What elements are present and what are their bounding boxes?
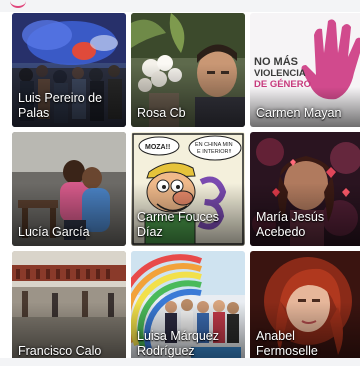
svg-text:E INTERIOR!!: E INTERIOR!!	[197, 149, 232, 155]
friend-name: Anabel Fermoselle	[256, 329, 318, 358]
top-decoration	[10, 0, 26, 8]
svg-text:VIOLENCIA: VIOLENCIA	[254, 68, 306, 79]
friend-name: Francisco Calo	[18, 344, 102, 358]
bottom-strip	[0, 358, 360, 366]
top-strip	[0, 0, 360, 12]
friend-tile-anabel-fermoselle[interactable]: Anabel Fermoselle	[250, 251, 360, 365]
friend-name: María Jesús Acebedo	[256, 210, 325, 239]
friend-tile-rosa-cb[interactable]: Rosa Cb	[131, 13, 245, 127]
friend-name: Luis Pereiro de Palas	[18, 91, 103, 120]
friend-tile-carme-fouces[interactable]: MOZA!! EN CHINA MIN E INTERIOR!! Carme F…	[131, 132, 245, 246]
svg-text:MOZA!!: MOZA!!	[145, 144, 170, 151]
friend-name: Lucía García	[18, 225, 90, 239]
friend-tile-carmen-mayan[interactable]: NO MÁS VIOLENCIA DE GÉNERO Carmen Mayan	[250, 13, 360, 127]
friends-grid: Luis Pereiro de Palas Rosa Cb NO MÁS VIO…	[12, 13, 360, 365]
friend-name: Carme Fouces Díaz	[137, 210, 219, 239]
svg-text:NO MÁS: NO MÁS	[254, 55, 298, 68]
friend-name: Rosa Cb	[137, 106, 186, 120]
friend-tile-lucia-garcia[interactable]: Lucía García	[12, 132, 126, 246]
friend-tile-francisco-calo[interactable]: Francisco Calo	[12, 251, 126, 365]
svg-text:EN CHINA MIN: EN CHINA MIN	[195, 142, 233, 148]
friend-tile-luisa-marquez[interactable]: Luisa Márquez Rodríguez	[131, 251, 245, 365]
friend-name: Luisa Márquez Rodríguez	[137, 329, 219, 358]
friend-name: Carmen Mayan	[256, 106, 342, 120]
friend-tile-luis-pereiro[interactable]: Luis Pereiro de Palas	[12, 13, 126, 127]
friend-tile-maria-jesus[interactable]: María Jesús Acebedo	[250, 132, 360, 246]
